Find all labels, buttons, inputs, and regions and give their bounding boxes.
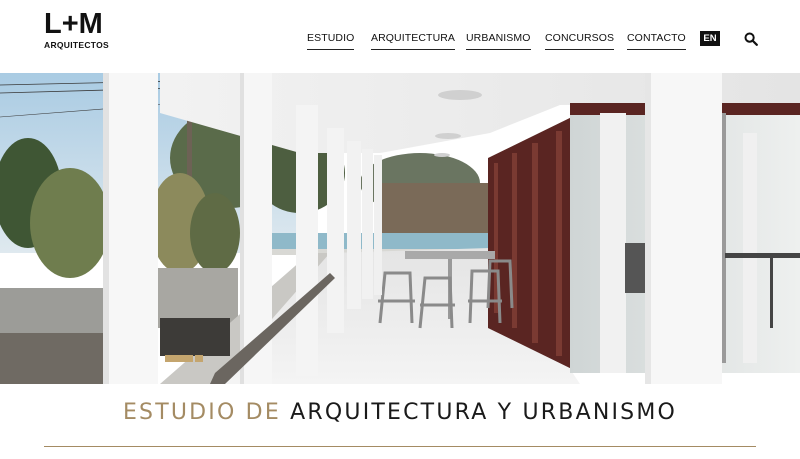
- tagline-accent: ESTUDIO DE: [122, 400, 281, 425]
- search-icon[interactable]: [744, 32, 758, 46]
- nav-item-contacto[interactable]: CONTACTO: [627, 32, 686, 50]
- tagline-main: ARQUITECTURA Y URBANISMO: [290, 400, 678, 425]
- language-toggle-button[interactable]: EN: [700, 31, 720, 46]
- logo[interactable]: L+M ARQUITECTOS: [44, 10, 114, 54]
- nav-item-urbanismo[interactable]: URBANISMO: [466, 32, 531, 50]
- tagline: ESTUDIO DE ARQUITECTURA Y URBANISMO: [0, 400, 800, 425]
- hero-image: [0, 73, 800, 384]
- logo-mark: L+M: [44, 8, 103, 40]
- nav-item-arquitectura[interactable]: ARQUITECTURA: [371, 32, 456, 50]
- site-header: L+M ARQUITECTOS ESTUDIO ARQUITECTURA URB…: [0, 0, 800, 73]
- nav-item-estudio[interactable]: ESTUDIO: [307, 32, 355, 50]
- logo-subtitle: ARQUITECTOS: [44, 40, 110, 50]
- divider: [44, 446, 756, 447]
- nav-item-concursos[interactable]: CONCURSOS: [545, 32, 615, 50]
